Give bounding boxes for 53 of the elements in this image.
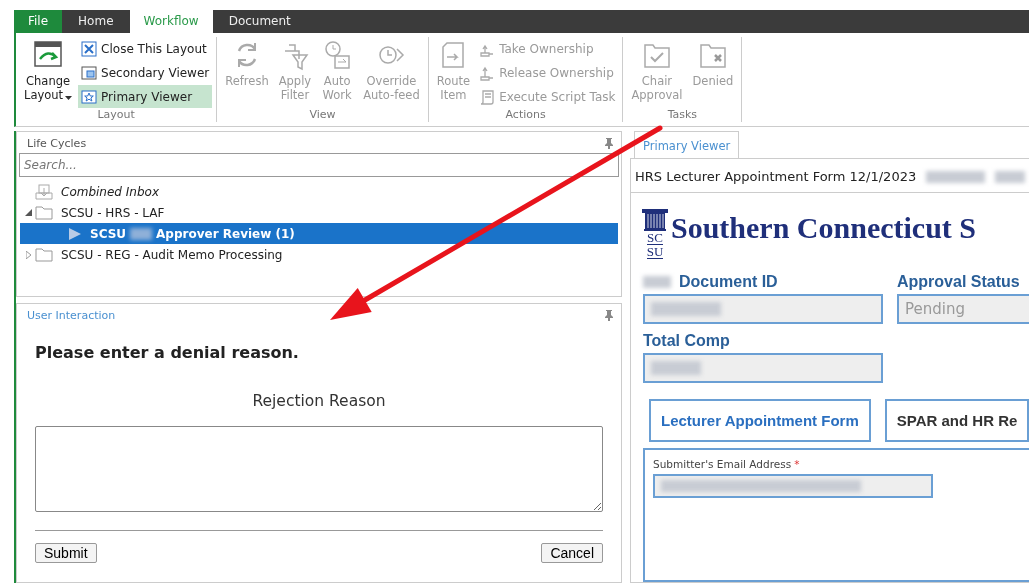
pin-icon <box>605 310 613 321</box>
menu-tab[interactable]: File <box>14 10 63 33</box>
menu-tab[interactable]: Document <box>212 10 307 33</box>
window-icon <box>81 64 98 81</box>
menu-tab[interactable]: Workflow <box>129 10 213 33</box>
scroll-icon <box>479 88 496 105</box>
field-label: Approval Status <box>897 273 1020 291</box>
document-title: HRS Lecturer Appointment Form 12/1/2023 <box>635 169 917 184</box>
reason-field[interactable] <box>35 426 603 512</box>
star-window-icon <box>81 88 98 105</box>
tree-item[interactable]: SCSU Approver Review (1) <box>20 223 618 244</box>
field-label: Document ID <box>679 273 778 291</box>
tree-item[interactable]: Combined Inbox <box>17 181 621 202</box>
form-field[interactable] <box>643 353 883 383</box>
field-label: Rejection Reason <box>251 392 387 410</box>
ribbon-button[interactable]: Secondary Viewer <box>78 61 213 84</box>
tree-item[interactable]: SCSU - REG - Audit Memo Processing <box>17 244 621 265</box>
panel-title: User Interaction <box>27 309 116 322</box>
form-field[interactable] <box>643 294 883 324</box>
prompt-text: Please enter a denial reason. <box>34 342 300 362</box>
ribbon-button[interactable]: Change Layout <box>20 37 77 108</box>
required-mark: * <box>794 458 800 470</box>
form-tab[interactable]: Lecturer Appointment Form <box>649 399 871 442</box>
university-logo: SC SU <box>641 209 669 259</box>
folder-icon <box>35 247 53 262</box>
group-label: Actions <box>504 108 547 122</box>
field-label: Submitter's Email Address <box>653 458 792 470</box>
collapsed-icon <box>25 250 31 259</box>
form-field[interactable] <box>653 474 933 498</box>
group-label: View <box>308 108 337 122</box>
search-field[interactable]: Search... <box>19 153 619 177</box>
group-label: Tasks <box>666 108 699 122</box>
ribbon-button[interactable]: Primary Viewer <box>78 85 213 108</box>
ribbon-button[interactable]: Close This Layout <box>78 37 213 60</box>
tree-item[interactable]: SCSU - HRS - LAF <box>17 202 621 223</box>
inbox-icon <box>35 183 53 200</box>
form-button[interactable]: Submit <box>35 543 97 563</box>
redacted-text <box>995 170 1025 183</box>
university-name: Southern Connecticut S <box>671 211 977 245</box>
expanded-icon <box>24 209 32 216</box>
redacted-text <box>643 276 671 288</box>
field-label: Total Comp <box>643 332 730 350</box>
viewer-tab[interactable]: Primary Viewer <box>634 131 740 158</box>
redacted-text <box>926 170 986 183</box>
menu-tab[interactable]: Home <box>62 10 130 33</box>
close-icon <box>81 40 98 57</box>
form-tab[interactable]: SPAR and HR Re <box>884 399 1029 442</box>
form-button[interactable]: Cancel <box>541 543 603 563</box>
panel-title: Life Cycles <box>27 137 87 150</box>
pin-icon <box>605 138 613 149</box>
form-field[interactable]: Pending <box>897 294 1029 324</box>
folder-icon <box>35 205 53 220</box>
group-label: Layout <box>96 108 136 122</box>
